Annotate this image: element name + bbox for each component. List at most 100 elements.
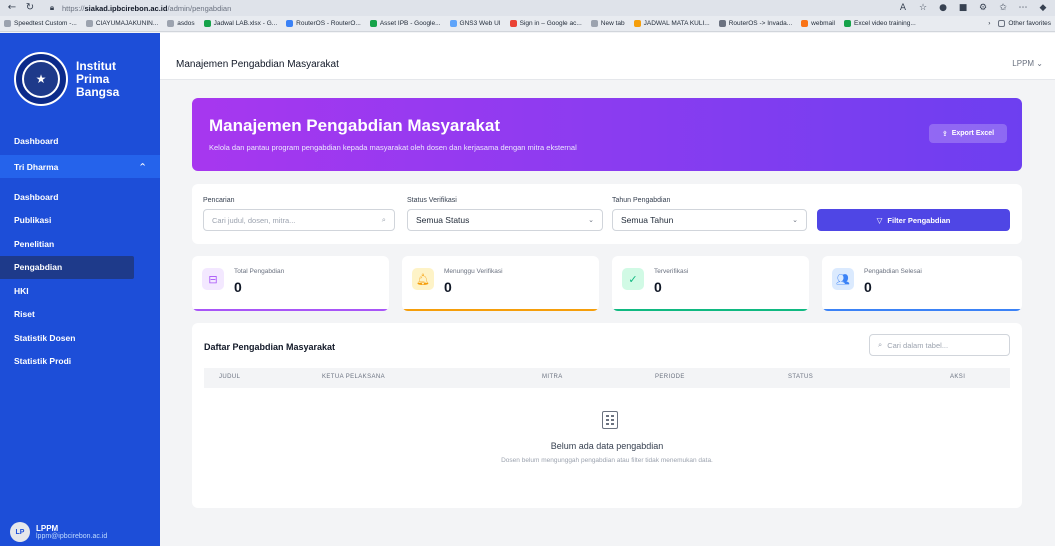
bookmark-item[interactable]: RouterOS -> Invada... [718, 20, 792, 27]
users-icon: 👥︎ [832, 268, 854, 290]
folder-icon [85, 20, 93, 27]
sidebar-item-publikasi[interactable]: Publikasi [0, 209, 134, 233]
user-menu[interactable]: LPPM ⌄ [1012, 59, 1043, 68]
read-aloud-icon[interactable]: A [897, 2, 909, 14]
bookmark-item[interactable]: GNS3 Web UI [449, 20, 501, 27]
bookmark-item[interactable]: webmail [801, 20, 835, 27]
column-header-status[interactable]: STATUS [788, 374, 813, 380]
bookmark-item[interactable]: RouterOS - RouterO... [286, 20, 361, 27]
reload-icon[interactable]: ↻ [24, 2, 36, 14]
brand-name: Institut Prima Bangsa [76, 58, 120, 99]
other-favorites[interactable]: Other favorites [998, 20, 1051, 27]
extension-icon[interactable]: ● [937, 2, 949, 14]
sidebar-item-penelitian[interactable]: Penelitian [0, 232, 134, 256]
year-label: Tahun Pengabdian [612, 197, 671, 204]
column-header-ketua[interactable]: KETUA PELAKSANA [322, 374, 385, 380]
bookmark-item[interactable]: Asset IPB - Google... [369, 20, 441, 27]
top-header: Manajemen Pengabdian Masyarakat LPPM ⌄ [160, 33, 1055, 80]
status-select[interactable]: Semua Status ⌄ [407, 209, 603, 231]
extensions-icon[interactable]: ⚙ [977, 2, 989, 14]
folder-icon [167, 20, 175, 27]
chevron-up-icon: ^ [139, 162, 146, 171]
stat-value: 0 [654, 279, 662, 295]
bookmark-item[interactable]: Speedtest Custom -... [4, 20, 77, 27]
excel-icon [844, 20, 851, 27]
sidebar-item-dashboard[interactable]: Dashboard [0, 129, 160, 152]
avatar: LP [10, 522, 30, 542]
search-input[interactable]: Cari judul, dosen, mitra... ⌕ [203, 209, 395, 231]
page-title: Manajemen Pengabdian Masyarakat [176, 59, 339, 70]
search-label: Pencarian [203, 197, 235, 204]
sidebar-item-tri-dharma[interactable]: Tri Dharma ^ [0, 155, 160, 178]
bookmark-item[interactable]: New tab [590, 20, 625, 27]
search-icon: ⌕ [878, 340, 883, 349]
building-icon [602, 411, 618, 429]
new-tab-icon [590, 20, 598, 27]
filter-button[interactable]: ▽ Filter Pengabdian [817, 209, 1010, 231]
bookmark-icon[interactable]: ■ [957, 2, 969, 14]
bell-icon: 🔔︎ [412, 268, 434, 290]
empty-state-subtitle: Dosen belum mengunggah pengabdian atau f… [501, 457, 713, 464]
stat-label: Pengabdian Selesai [864, 268, 922, 275]
folder-icon [998, 20, 1006, 27]
stat-accent-bar [612, 309, 809, 311]
export-excel-button[interactable]: ⇪ Export Excel [929, 124, 1007, 143]
address-bar[interactable]: 🔒︎ https://siakad.ipbcirebon.ac.id/admin… [42, 2, 302, 14]
back-arrow-icon[interactable]: ← [6, 2, 18, 14]
chevron-down-icon: ⌄ [588, 216, 594, 224]
column-header-periode[interactable]: PERIODE [655, 374, 685, 380]
user-name: LPPM [36, 524, 59, 533]
briefcase-icon: ⊟ [202, 268, 224, 290]
banner-title: Manajemen Pengabdian Masyarakat [209, 116, 501, 135]
bookmark-item[interactable]: JADWAL MATA KULI... [633, 20, 710, 27]
check-circle-icon: ✓ [622, 268, 644, 290]
browser-toolbar: ← ↻ 🔒︎ https://siakad.ipbcirebon.ac.id/a… [0, 0, 1055, 16]
bookmark-item[interactable]: Excel video training... [844, 20, 916, 27]
bookmark-item[interactable]: Sign in – Google ac... [509, 20, 582, 27]
bookmark-favicon-icon [4, 20, 11, 27]
empty-state-title: Belum ada data pengabdian [550, 441, 664, 451]
lock-icon[interactable]: 🔒︎ [46, 2, 58, 14]
sidebar-item-hki[interactable]: HKI [0, 279, 134, 303]
browser-actions: A ☆ ● ■ ⚙ ✩ ⋯ ◆ [897, 2, 1049, 14]
seal-icon: ★ [22, 60, 60, 98]
stat-accent-bar [822, 309, 1022, 311]
brand[interactable]: ★ Institut Prima Bangsa [0, 33, 160, 117]
user-profile[interactable]: LP LPPM lppm@ipbcirebon.ac.id [10, 522, 107, 542]
sidebar-item-pengabdian[interactable]: Pengabdian [0, 255, 134, 279]
stat-value: 0 [864, 279, 872, 295]
column-header-aksi[interactable]: AKSI [950, 374, 965, 380]
user-info: LPPM lppm@ipbcirebon.ac.id [36, 524, 107, 540]
year-select[interactable]: Semua Tahun ⌄ [612, 209, 807, 231]
table-header: JUDUL KETUA PELAKSANA MITRA PERIODE STAT… [204, 368, 1010, 388]
column-header-judul[interactable]: JUDUL [219, 374, 240, 380]
stat-card-verified: ✓ Terverifikasi 0 [612, 256, 809, 311]
stat-label: Menunggu Verifikasi [444, 268, 503, 275]
bookmark-item[interactable]: asdos [167, 20, 195, 27]
more-options-icon[interactable]: ⋯ [1017, 2, 1029, 14]
favorite-star-icon[interactable]: ☆ [917, 2, 929, 14]
stat-accent-bar [192, 309, 389, 311]
chevron-right-icon[interactable]: › [988, 20, 990, 27]
sidebar-item-riset[interactable]: Riset [0, 303, 134, 327]
sheets-icon [203, 20, 211, 27]
sidebar-item-statistik-dosen[interactable]: Statistik Dosen [0, 326, 134, 350]
stat-value: 0 [444, 279, 452, 295]
bookmark-favicon-icon [633, 20, 641, 27]
copilot-icon[interactable]: ◆ [1037, 2, 1049, 14]
bookmark-item[interactable]: CIAYUMAJAKUNIN... [85, 20, 158, 27]
bookmark-favicon-icon [718, 20, 726, 27]
stat-card-pending: 🔔︎ Menunggu Verifikasi 0 [402, 256, 599, 311]
address-url: https://siakad.ipbcirebon.ac.id/admin/pe… [62, 3, 232, 13]
stat-accent-bar [402, 309, 599, 311]
favorites-icon[interactable]: ✩ [997, 2, 1009, 14]
table-search-input[interactable]: ⌕ Cari dalam tabel... [869, 334, 1010, 356]
search-icon: ⌕ [381, 215, 386, 224]
bookmark-item[interactable]: Jadwal LAB.xlsx - G... [203, 20, 277, 27]
sidebar-item-sub-dashboard[interactable]: Dashboard [0, 185, 134, 209]
chevron-down-icon: ⌄ [792, 216, 798, 224]
table-title: Daftar Pengabdian Masyarakat [204, 342, 336, 352]
column-header-mitra[interactable]: MITRA [542, 374, 563, 380]
bookmark-favicon-icon [286, 20, 294, 27]
sidebar-item-statistik-prodi[interactable]: Statistik Prodi [0, 350, 134, 374]
